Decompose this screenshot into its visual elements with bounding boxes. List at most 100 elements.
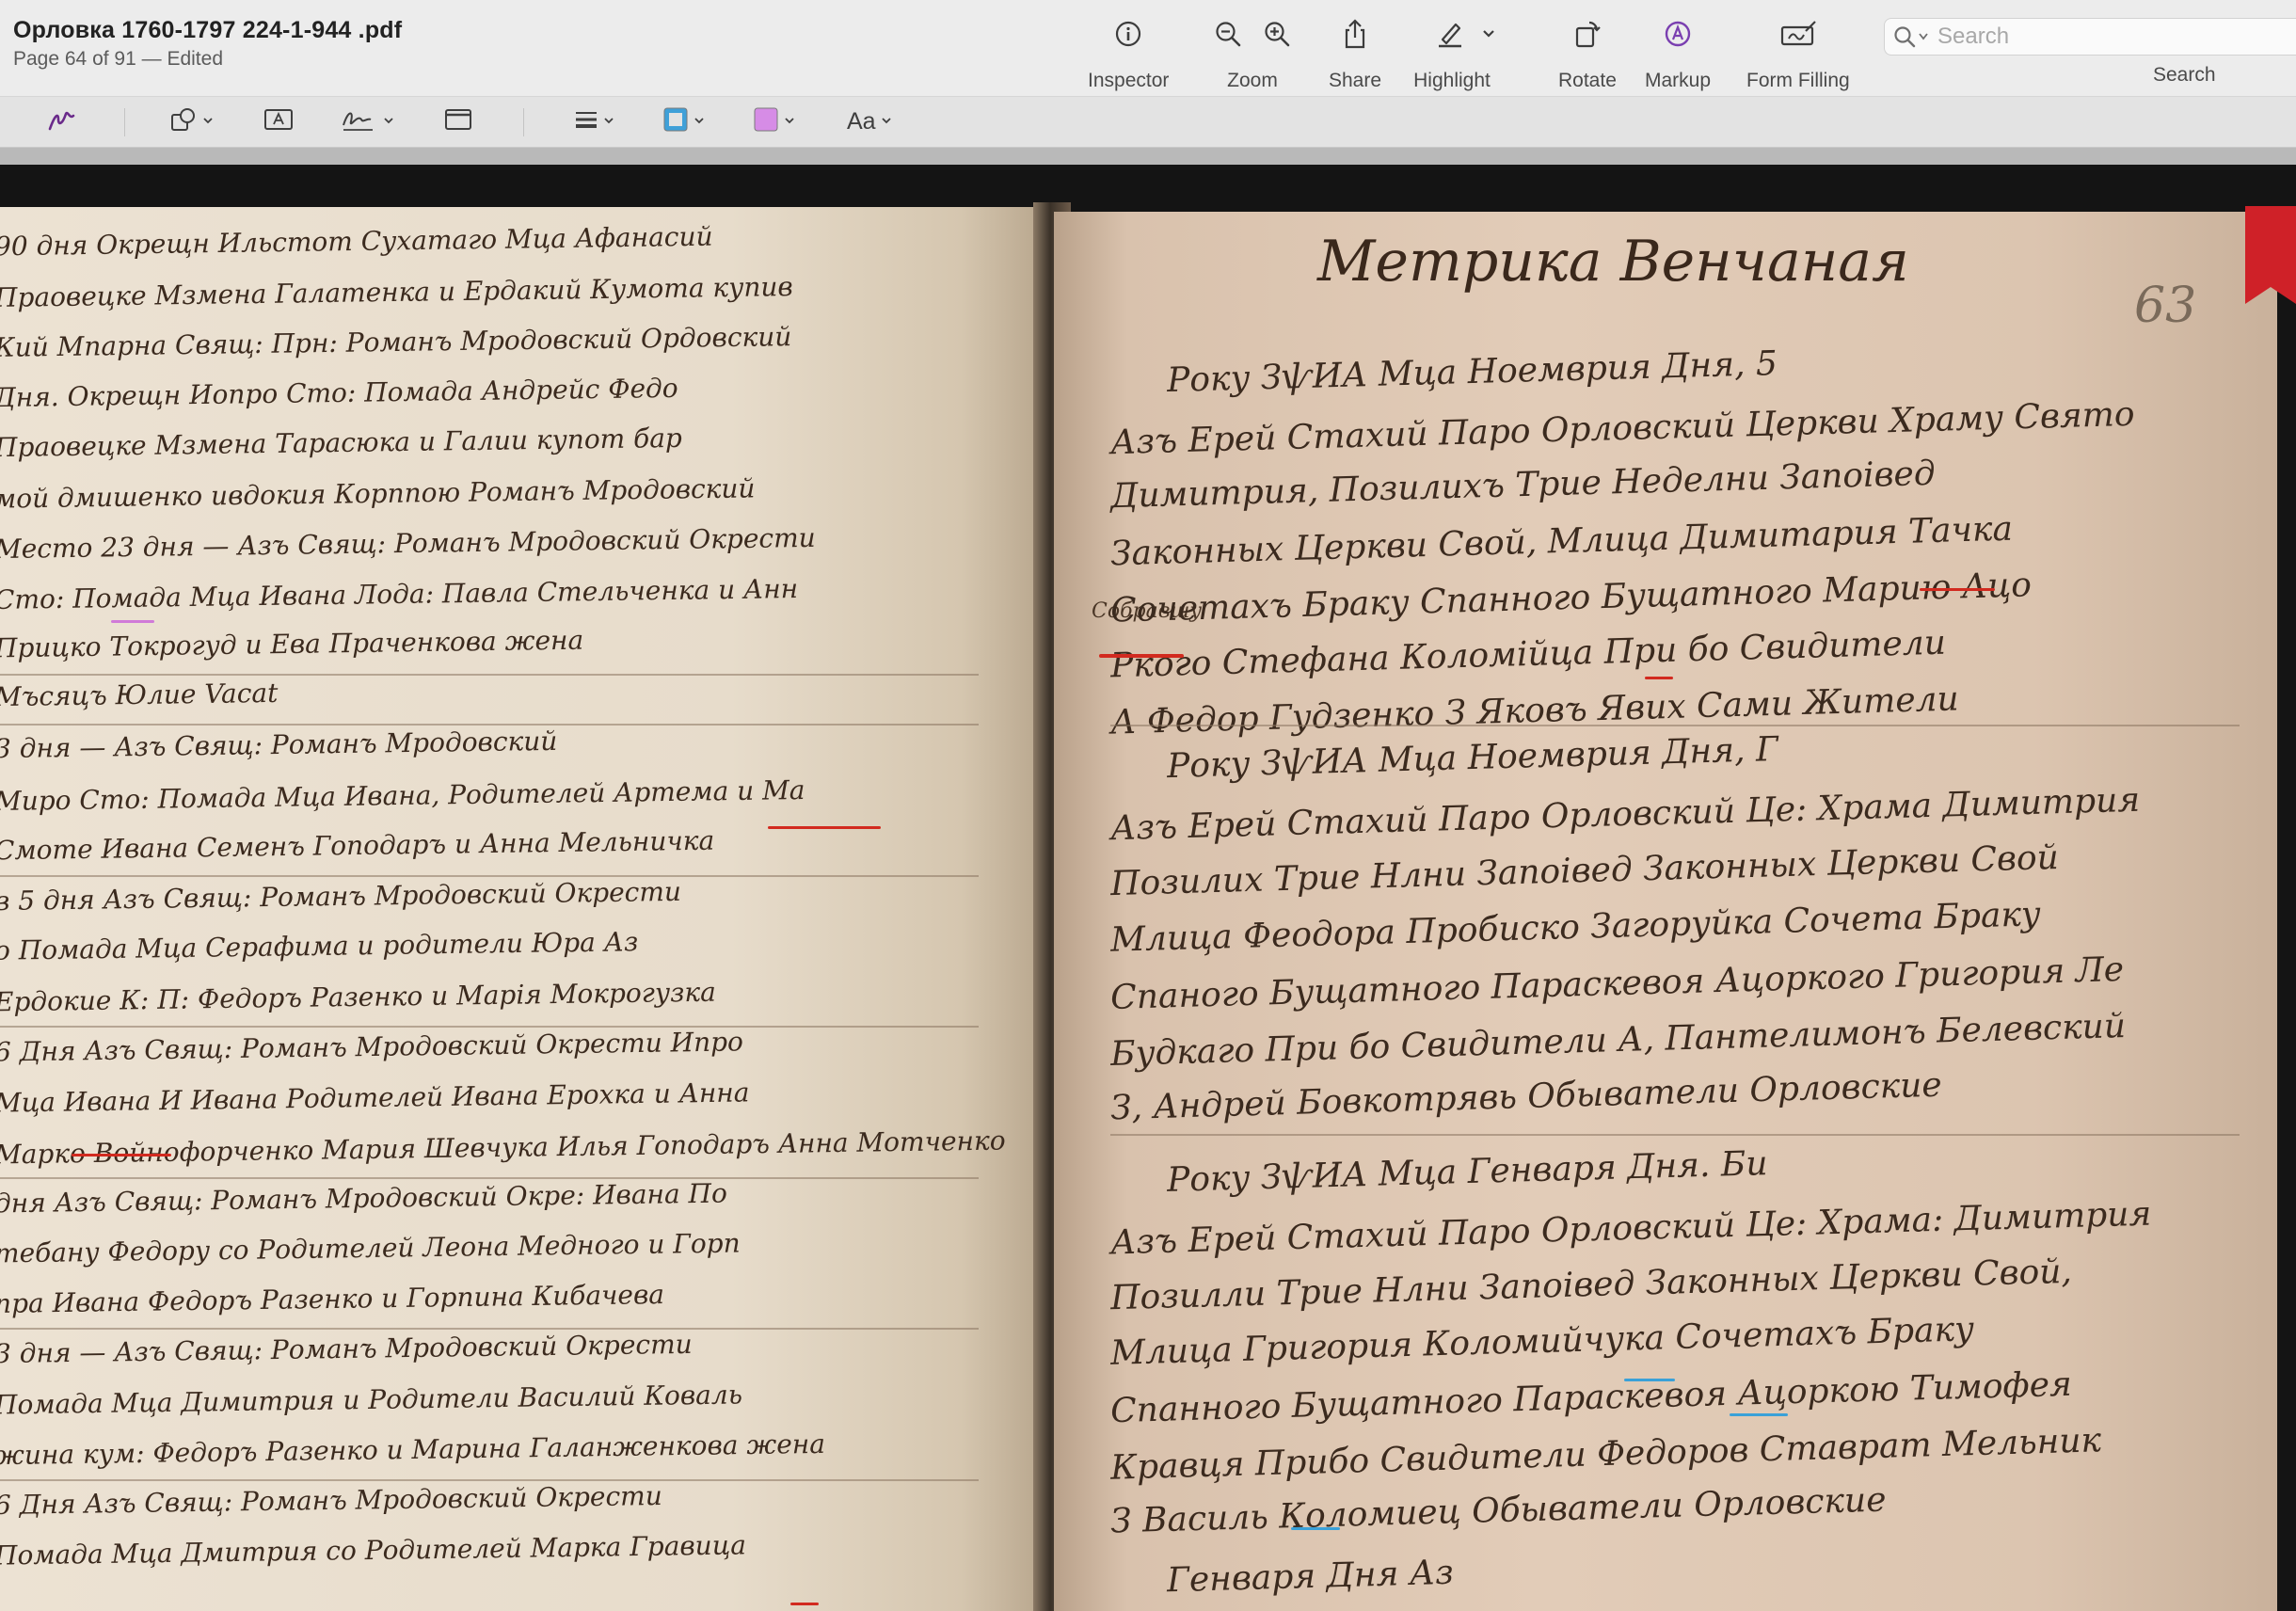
rotate-label: Rotate <box>1558 70 1617 91</box>
manuscript-line: Дня. Окрещн Иопро Сто: Помада Андрейс Фе… <box>0 372 678 413</box>
manuscript-line: Азъ Ерей Стахий Паро Орловский Це: Храма… <box>1109 1194 2152 1263</box>
manuscript-line: Ердокие К: П: Федоръ Разенко и Марія Мок… <box>0 976 717 1017</box>
annotation-underline[interactable] <box>768 826 881 829</box>
border-color-icon <box>662 106 689 137</box>
manuscript-line: Помада Мца Димитрия и Родители Василий К… <box>0 1378 743 1421</box>
search-field[interactable] <box>1884 18 2296 56</box>
search-label: Search <box>2153 64 2216 86</box>
manuscript-line: З, Андрей Бовкотрявь Обыватели Орловские <box>1109 1065 1943 1128</box>
markup-toolbar: Aa <box>0 97 2296 148</box>
text-style-label: Aa <box>847 107 876 135</box>
annotation-underline[interactable] <box>790 1603 819 1605</box>
note-button[interactable] <box>444 103 472 140</box>
document-title: Орловка 1760-1797 224-1-944 .pdf <box>13 17 403 43</box>
markup-button[interactable]: Markup <box>1645 15 1711 92</box>
ruled-line <box>1110 725 2240 726</box>
page-number: 63 <box>2134 278 2197 334</box>
form-filling-button[interactable]: Form Filling <box>1746 15 1850 92</box>
manuscript-line: Кий Мпарна Свящ: Прн: Романъ Мродовский … <box>0 321 792 363</box>
separator <box>523 108 524 136</box>
manuscript-line: Позилих Трие Нлни Запоівед Законных Церк… <box>1109 837 2060 904</box>
ruled-line <box>0 1478 979 1481</box>
ruled-line <box>0 724 979 726</box>
zoom-control[interactable]: Zoom <box>1214 15 1291 92</box>
zoom-out-icon[interactable] <box>1214 20 1242 48</box>
sketch-tool-button[interactable] <box>32 103 92 140</box>
manuscript-line: мой дмишенко ивдокия Корппою Романъ Мрод… <box>0 471 756 515</box>
manuscript-line: Спанного Бущатного Параскевоя Ацоркою Ти… <box>1109 1364 2073 1431</box>
chevron-down-icon <box>881 113 891 130</box>
manuscript-line: тебану Федору со Родителей Леона Медного… <box>0 1227 741 1269</box>
manuscript-line: Азъ Ерей Стахий Паро Орловский Церкви Хр… <box>1109 394 2136 463</box>
search-icon <box>1892 24 1928 49</box>
search-input[interactable] <box>1936 23 2278 51</box>
line-style-icon <box>574 108 598 136</box>
form-filling-label: Form Filling <box>1746 70 1850 91</box>
form-filling-icon <box>1779 15 1817 53</box>
border-color-button[interactable] <box>662 103 704 140</box>
left-manuscript-page: 90 дня Окрещн Ильстот Сухатаго Мца Афана… <box>0 207 1044 1611</box>
manuscript-line: Помада Мца Дмитрия со Родителей Марка Гр… <box>0 1529 747 1571</box>
sign-button[interactable] <box>341 103 393 140</box>
ruled-line <box>0 1176 979 1179</box>
annotation-underline[interactable] <box>1920 588 1995 591</box>
share-label: Share <box>1329 70 1382 91</box>
markup-label: Markup <box>1645 70 1712 91</box>
manuscript-line: Миро Сто: Помада Мца Ивана, Родителей Ар… <box>0 774 805 817</box>
manuscript-line: Марко Войнофорченко Мария Шевчука Илья Г… <box>0 1125 1006 1171</box>
manuscript-line: Року ЗѱИА Мца Ноемврия Дня, 5 <box>1166 343 1778 401</box>
share-button[interactable]: Share <box>1329 15 1381 92</box>
text-box-button[interactable] <box>263 103 294 140</box>
manuscript-line: Законных Церкви Свой, Млица Димитария Та… <box>1109 509 2014 574</box>
manuscript-line: Место 23 дня — Азъ Свящ: Романъ Мродовск… <box>0 521 816 566</box>
line-style-button[interactable] <box>574 103 614 140</box>
manuscript-line: 3 дня — Азъ Свящ: Романъ Мродовский <box>0 725 558 765</box>
right-manuscript-page: Метрика Венчаная Собравшу Року ЗѱИА Мца … <box>1054 212 2277 1611</box>
annotation-underline[interactable] <box>1730 1413 1788 1416</box>
manuscript-line: 90 дня Окрещн Ильстот Сухатаго Мца Афана… <box>0 220 713 263</box>
rotate-button[interactable]: Rotate <box>1558 15 1617 92</box>
manuscript-line: 6 Дня Азъ Свящ: Романъ Мродовский Окрест… <box>0 1026 744 1068</box>
fill-color-icon <box>753 106 779 137</box>
text-box-icon <box>263 107 294 136</box>
manuscript-line: Мъсяцъ Юлие Vacat <box>0 677 279 712</box>
manuscript-line: дня Азъ Свящ: Романъ Мродовский Окре: Ив… <box>0 1177 728 1219</box>
highlight-options-chevron-icon[interactable] <box>1482 29 1495 39</box>
annotation-underline[interactable] <box>1291 1527 1340 1530</box>
zoom-label: Zoom <box>1227 70 1278 91</box>
signature-icon <box>341 106 378 137</box>
annotation-underline[interactable] <box>1624 1379 1675 1381</box>
manuscript-line: А Федор Гудзенко З Яковъ Явих Сами Жител… <box>1109 679 1960 742</box>
share-icon <box>1341 15 1369 53</box>
ruled-line <box>0 874 979 877</box>
text-style-button[interactable]: Aa <box>847 103 891 140</box>
manuscript-line: Прицко Токрогуд и Ева Праченкова жена <box>0 624 584 664</box>
manuscript-line: в 5 дня Азъ Свящ: Романъ Мродовский Окре… <box>0 875 682 917</box>
sketch-icon <box>47 106 77 137</box>
shapes-button[interactable] <box>169 103 213 140</box>
manuscript-line: Ркого Стефана Коломійца При бо Свидители <box>1109 623 1947 686</box>
manuscript-line: 3 дня — Азъ Свящ: Романъ Мродовский Окре… <box>0 1328 693 1370</box>
manuscript-line: 6 Дня Азъ Свящ: Романъ Мродовский Окрест… <box>0 1479 662 1521</box>
bookmark-icon[interactable] <box>2245 206 2296 304</box>
manuscript-line: Димитрия, Позилихъ Трие Неделни Запоівед <box>1109 454 1937 517</box>
chevron-down-icon <box>384 113 393 130</box>
manuscript-line: Праовецке Мзмена Тарасюка и Галии купот … <box>0 422 683 464</box>
annotation-underline[interactable] <box>72 1154 171 1156</box>
zoom-in-icon[interactable] <box>1263 20 1291 48</box>
inspector-button[interactable]: Inspector <box>1088 15 1169 92</box>
annotation-underline[interactable] <box>111 620 154 623</box>
annotation-underline[interactable] <box>1645 677 1673 679</box>
annotation-underline[interactable] <box>1099 654 1184 658</box>
rotate-icon <box>1573 15 1602 53</box>
manuscript-line: З Василь Коломиец Обыватели Орловские <box>1109 1480 1888 1541</box>
document-view[interactable]: 90 дня Окрещн Ильстот Сухатаго Мца Афана… <box>0 165 2296 1611</box>
fill-color-button[interactable] <box>753 103 794 140</box>
manuscript-line: Азъ Ерей Стахий Паро Орловский Це: Храма… <box>1109 780 2141 849</box>
manuscript-line: Спаного Бущатного Параскевоя Ацоркого Гр… <box>1109 949 2125 1018</box>
ruled-line <box>0 673 979 676</box>
highlight-label: Highlight <box>1413 70 1491 91</box>
note-icon <box>444 107 472 136</box>
highlight-button[interactable]: Highlight <box>1413 15 1495 92</box>
shapes-icon <box>169 106 198 137</box>
